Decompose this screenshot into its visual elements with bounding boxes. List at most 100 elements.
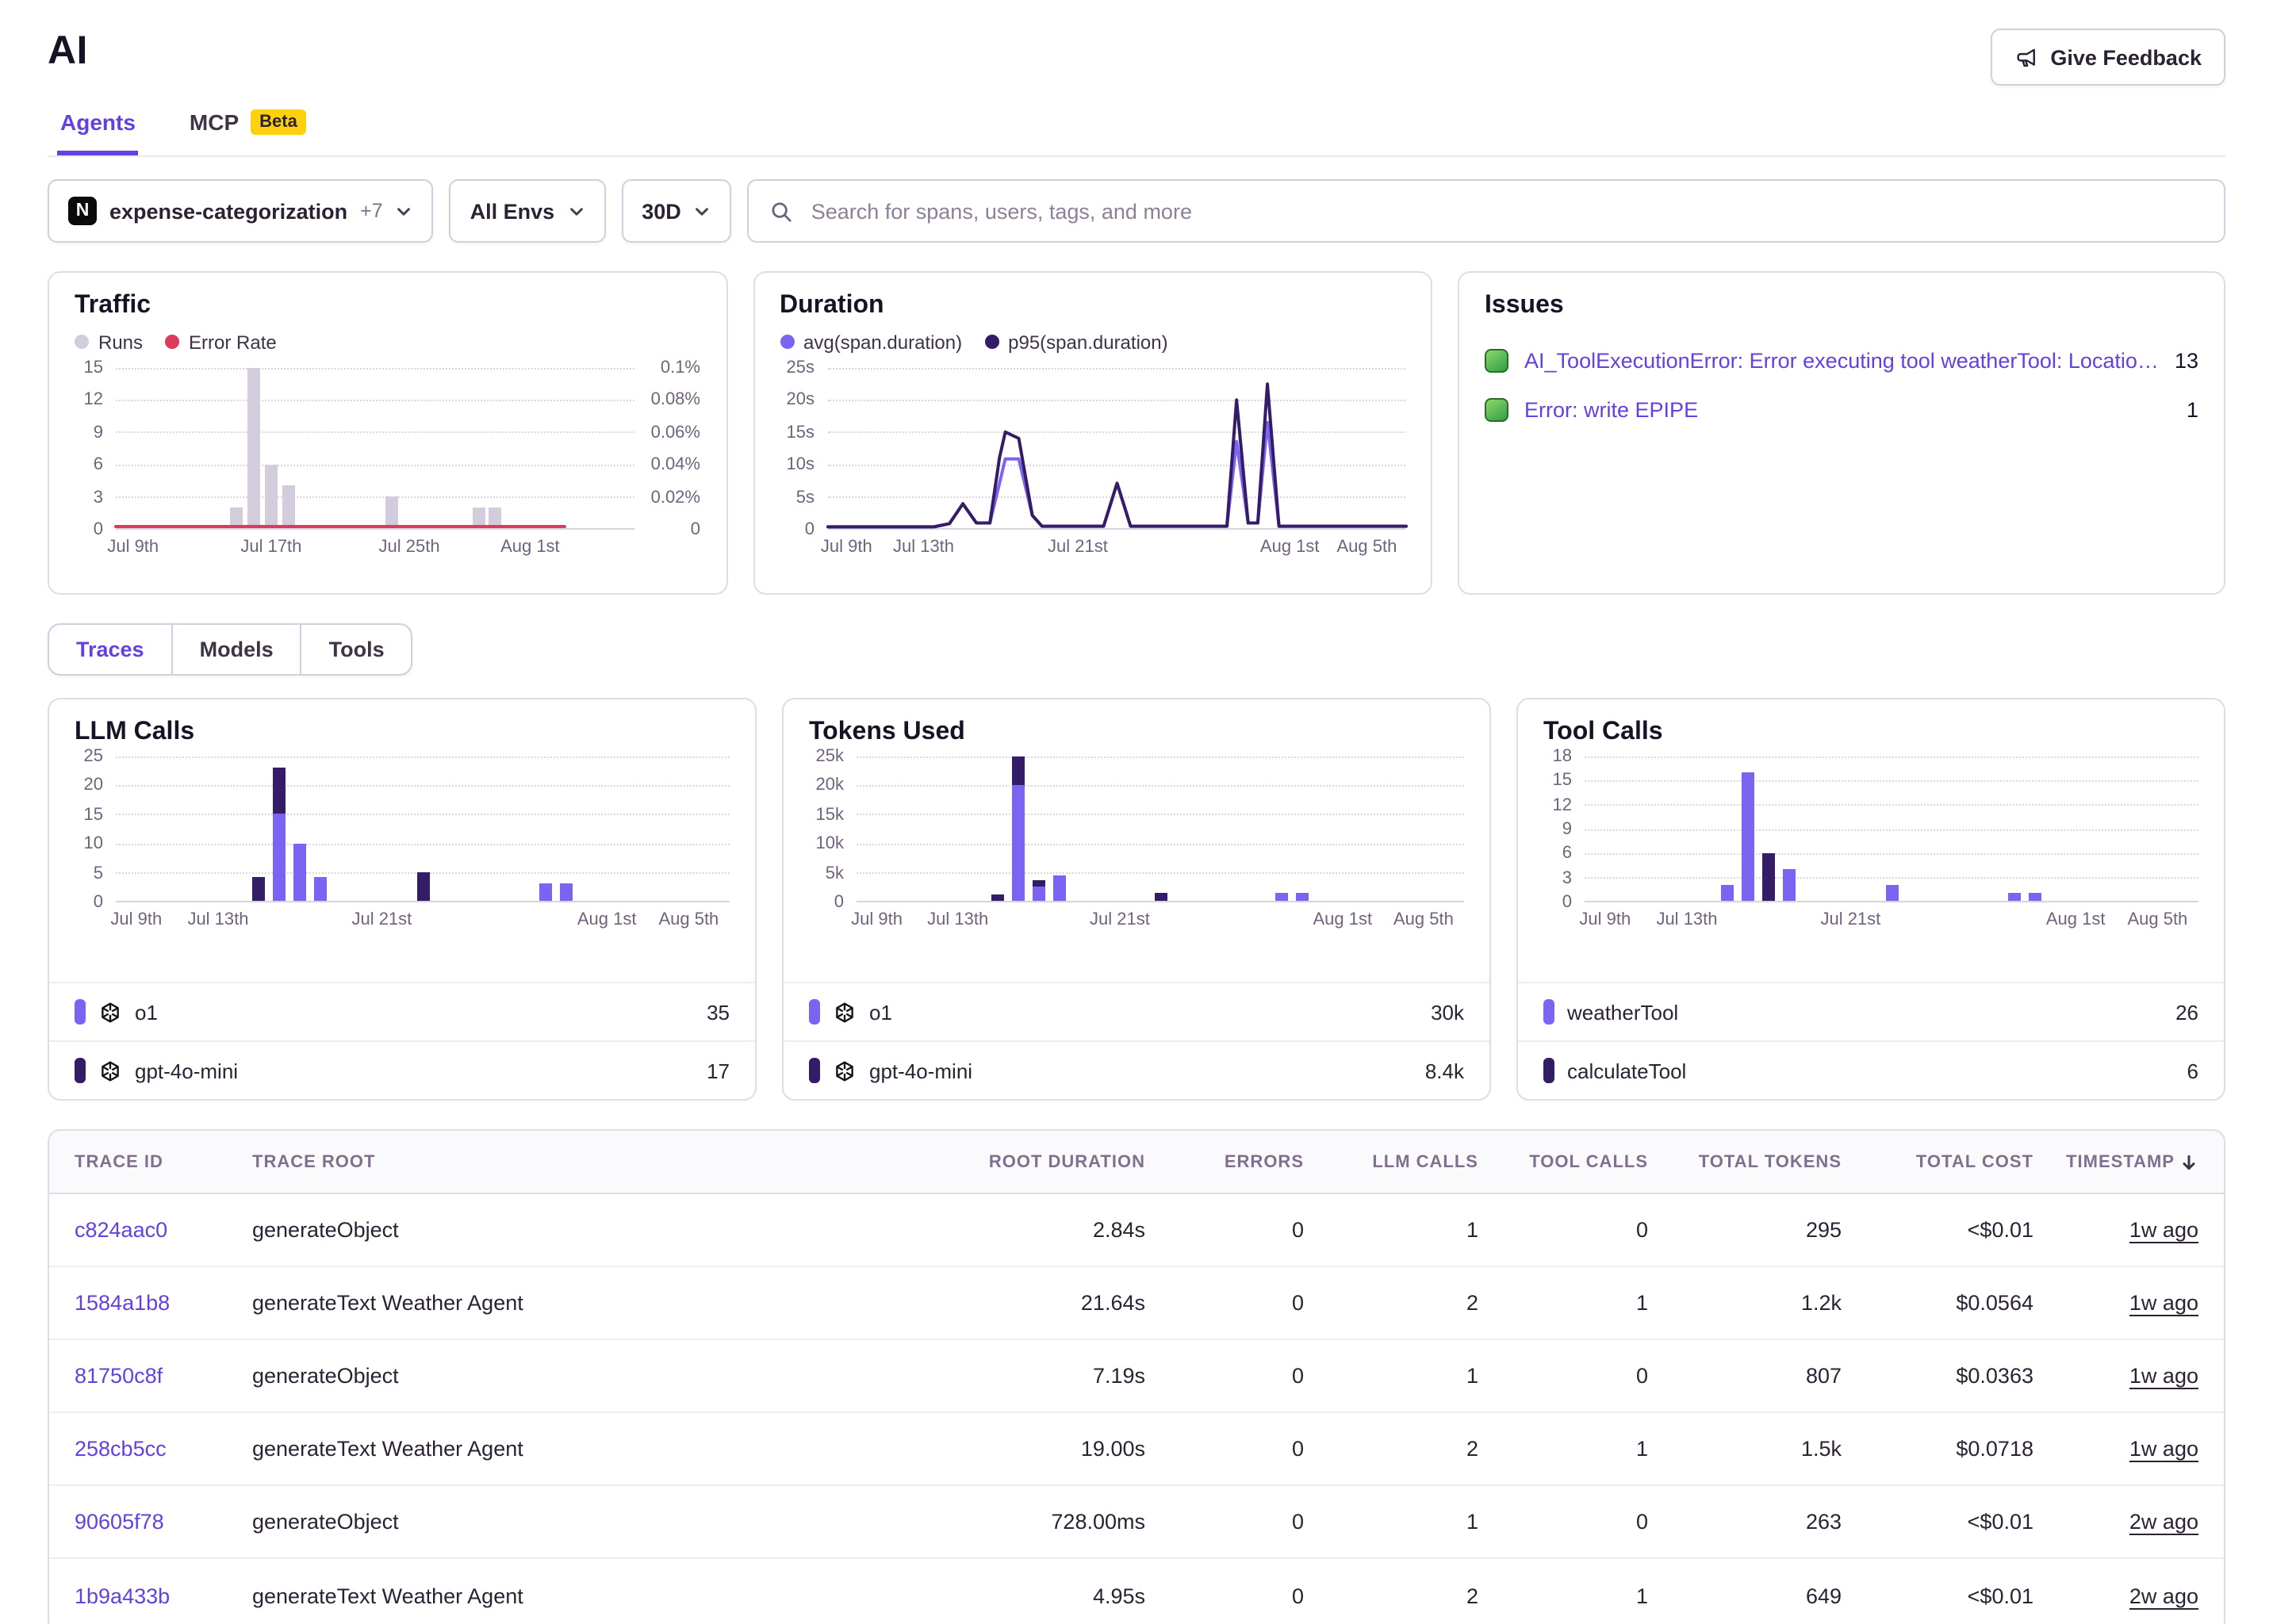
chart-bar[interactable] [992, 895, 1005, 901]
x-axis-tick: Jul 25th [379, 538, 440, 557]
cell-trace-id[interactable]: 90605f78 [75, 1510, 252, 1534]
table-header: TRACE IDTRACE ROOT ROOT DURATIONERRORSLLM… [49, 1131, 2224, 1194]
cell-total-tokens: 1.2k [1648, 1291, 1842, 1315]
legend-row[interactable]: weatherTool26 [1518, 982, 2224, 1040]
issue-link[interactable]: AI_ToolExecutionError: Error executing t… [1524, 349, 2159, 373]
y-axis-tick: 0 [94, 893, 103, 912]
subtab-tools[interactable]: Tools [301, 625, 412, 674]
chart-bar[interactable] [2029, 893, 2041, 901]
column-header-errors[interactable]: ERRORS [1145, 1152, 1304, 1171]
cell-trace-id[interactable]: 258cb5cc [75, 1437, 252, 1461]
legend-row[interactable]: gpt-4o-mini17 [49, 1040, 755, 1099]
tool-calls-title: Tool Calls [1543, 718, 2198, 747]
cell-timestamp[interactable]: 1w ago [2033, 1218, 2198, 1242]
legend-dot [780, 335, 794, 349]
chart-bar[interactable] [253, 878, 266, 901]
cell-trace-id[interactable]: 81750c8f [75, 1364, 252, 1388]
cell-total-tokens: 263 [1648, 1510, 1842, 1534]
cell-errors: 0 [1145, 1510, 1304, 1534]
chart-bar[interactable] [1012, 756, 1025, 785]
legend-row[interactable]: calculateTool6 [1518, 1040, 2224, 1099]
grid-line [857, 843, 1464, 845]
chart-bar[interactable] [1275, 892, 1288, 901]
cell-timestamp[interactable]: 1w ago [2033, 1364, 2198, 1388]
project-selector[interactable]: N expense-categorization +7 [48, 179, 434, 243]
daterange-selector[interactable]: 30D [621, 179, 732, 243]
column-header-label: ROOT DURATION [989, 1152, 1145, 1171]
openai-icon [98, 1059, 122, 1082]
grid-line [857, 814, 1464, 816]
tool-calls-card: Tool Calls 0369121518 Jul 9thJul 13thJul… [1516, 698, 2225, 1101]
chart-bar[interactable] [1885, 885, 1898, 901]
chart-bar[interactable] [2008, 893, 2021, 901]
y-axis-tick: 12 [1553, 795, 1573, 814]
legend-row[interactable]: o135 [49, 982, 755, 1040]
cell-timestamp[interactable]: 1w ago [2033, 1291, 2198, 1315]
grid-line [116, 785, 730, 787]
tab-mcp[interactable]: MCP Beta [186, 95, 310, 155]
grid-line [116, 814, 730, 816]
x-axis-tick: Jul 21st [1048, 538, 1108, 557]
chart-bar[interactable] [539, 883, 552, 901]
cell-total-cost: $0.0564 [1842, 1291, 2033, 1315]
cell-errors: 0 [1145, 1364, 1304, 1388]
tab-agents[interactable]: Agents [57, 95, 139, 155]
chart-bar[interactable] [1296, 893, 1309, 901]
series-name: o1 [869, 1000, 892, 1024]
cell-tool-calls: 0 [1478, 1218, 1648, 1242]
legend-row[interactable]: gpt-4o-mini8.4k [784, 1040, 1489, 1099]
column-header-trace-id[interactable]: TRACE ID [75, 1152, 252, 1171]
chart-bar[interactable] [273, 768, 286, 814]
cell-timestamp[interactable]: 2w ago [2033, 1584, 2198, 1607]
issue-row: AI_ToolExecutionError: Error executing t… [1485, 336, 2198, 385]
environment-selector[interactable]: All Envs [450, 179, 606, 243]
llm-calls-legend: o135gpt-4o-mini17 [49, 982, 755, 1099]
issue-link[interactable]: Error: write EPIPE [1524, 398, 2171, 422]
cell-trace-root: generateObject [252, 1510, 907, 1534]
cell-timestamp[interactable]: 1w ago [2033, 1437, 2198, 1461]
duration-chart: 05s10s15s20s25s Jul 9thJul 13thJul 21stA… [780, 368, 1405, 561]
column-header-root-duration[interactable]: ROOT DURATION [907, 1152, 1145, 1171]
y-axis-tick: 3 [94, 488, 103, 507]
column-header-timestamp[interactable]: TIMESTAMP [2033, 1152, 2198, 1171]
chart-bar[interactable] [1783, 869, 1796, 901]
y-axis-right-tick: 0.1% [661, 358, 700, 377]
give-feedback-button[interactable]: Give Feedback [1990, 29, 2225, 86]
chart-bar[interactable] [1033, 886, 1045, 901]
column-header-total-tokens[interactable]: TOTAL TOKENS [1648, 1152, 1842, 1171]
chart-bar[interactable] [1762, 852, 1775, 901]
column-header-tool-calls[interactable]: TOOL CALLS [1478, 1152, 1648, 1171]
column-header-trace-root[interactable]: TRACE ROOT [252, 1152, 907, 1171]
cell-trace-id[interactable]: 1b9a433b [75, 1584, 252, 1607]
y-axis-labels: 05s10s15s20s25s [780, 368, 827, 530]
column-header-total-cost[interactable]: TOTAL COST [1842, 1152, 2033, 1171]
column-header-llm-calls[interactable]: LLM CALLS [1304, 1152, 1478, 1171]
chart-bar[interactable] [273, 814, 286, 901]
tool-calls-chart: 0369121518 Jul 9thJul 13thJul 21stAug 1s… [1543, 756, 2198, 934]
chart-bar[interactable] [293, 843, 306, 901]
subtab-traces[interactable]: Traces [49, 625, 171, 674]
cell-trace-id[interactable]: c824aac0 [75, 1218, 252, 1242]
cell-total-cost: $0.0718 [1842, 1437, 2033, 1461]
cell-errors: 0 [1145, 1437, 1304, 1461]
cell-timestamp[interactable]: 2w ago [2033, 1510, 2198, 1534]
chart-bar[interactable] [1154, 892, 1167, 901]
chart-bar[interactable] [1012, 785, 1025, 901]
legend-row[interactable]: o130k [784, 982, 1489, 1040]
chart-bar[interactable] [560, 883, 573, 901]
chevron-down-icon [567, 202, 585, 220]
search-bar[interactable] [748, 179, 2225, 243]
chart-bar[interactable] [1742, 772, 1754, 901]
chart-bar[interactable] [416, 872, 429, 901]
search-icon [770, 199, 794, 223]
chart-bar[interactable] [1722, 885, 1734, 901]
chart-bar[interactable] [1033, 881, 1045, 887]
table-row: 1b9a433bgenerateText Weather Agent4.95s0… [49, 1559, 2224, 1624]
subtab-models[interactable]: Models [171, 625, 301, 674]
chart-bar[interactable] [1052, 875, 1065, 901]
search-input[interactable] [808, 197, 2203, 224]
y-axis-right-tick: 0 [691, 520, 700, 539]
x-axis-tick: Jul 21st [1820, 910, 1880, 929]
cell-trace-id[interactable]: 1584a1b8 [75, 1291, 252, 1315]
chart-bar[interactable] [314, 878, 327, 901]
